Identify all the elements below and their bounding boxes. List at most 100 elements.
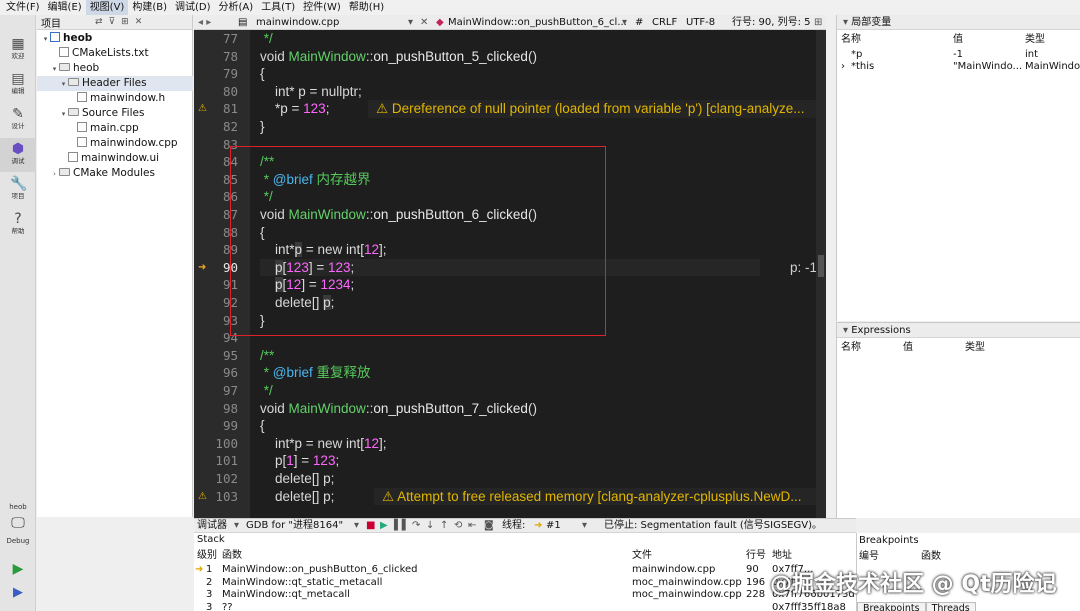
step-into-icon[interactable]: ↓ xyxy=(426,519,434,533)
column-header-name[interactable]: 名称 xyxy=(841,341,861,354)
current-line-arrow-icon[interactable]: ➜ xyxy=(198,259,208,277)
code-line[interactable]: /** xyxy=(260,153,274,171)
line-number[interactable]: 85 xyxy=(194,171,238,189)
line-number[interactable]: 97 xyxy=(194,382,238,400)
tree-item[interactable]: mainwindow.h xyxy=(37,91,193,106)
step-out-icon[interactable]: ↑ xyxy=(440,519,448,533)
thread-selector[interactable]: #1 xyxy=(546,519,561,533)
column-header-line[interactable]: 行号 xyxy=(746,550,766,563)
chevron-icon[interactable]: ▾ xyxy=(50,62,59,77)
line-number[interactable]: 89 xyxy=(194,241,238,259)
continue-icon[interactable]: ▶ xyxy=(380,519,388,533)
symbol-selector[interactable]: MainWindow::on_pushButton_6_cl... xyxy=(448,15,627,30)
menu-item[interactable]: 控件(W) xyxy=(299,0,345,15)
code-line[interactable]: */ xyxy=(260,30,273,48)
line-number[interactable]: 80 xyxy=(194,83,238,101)
tree-item[interactable]: ▾ heob xyxy=(37,31,193,46)
column-header-value[interactable]: 值 xyxy=(953,33,963,46)
menu-item[interactable]: 文件(F) xyxy=(2,0,44,15)
chevron-down-icon[interactable]: ▾ xyxy=(234,519,239,533)
code-line[interactable]: { xyxy=(260,65,265,83)
debugger-engine-selector[interactable]: GDB for "进程8164" xyxy=(246,519,343,533)
code-line[interactable]: p[1] = 123; xyxy=(260,452,339,470)
encoding-selector[interactable]: UTF-8 xyxy=(686,15,715,30)
chevron-icon[interactable]: ▾ xyxy=(59,77,68,92)
camera-icon[interactable]: ◙ xyxy=(484,519,494,533)
menu-item[interactable]: 调试(D) xyxy=(171,0,215,15)
editor-scrollbar[interactable] xyxy=(816,30,826,518)
debug-run-icon[interactable]: ▶ xyxy=(0,585,36,600)
chevron-down-icon[interactable]: ▾ xyxy=(582,519,587,533)
local-value[interactable]: "MainWindo... xyxy=(953,60,1023,73)
mode-button[interactable]: ? 帮助 xyxy=(0,208,36,242)
code-line[interactable]: /** xyxy=(260,347,274,365)
mode-button[interactable]: 🔧 项目 xyxy=(0,173,36,207)
chevron-down-icon[interactable]: ▾ xyxy=(843,325,848,336)
code-line[interactable]: p[123] = 123; xyxy=(260,258,760,277)
local-name[interactable]: *this xyxy=(851,60,874,73)
line-number[interactable]: 98 xyxy=(194,400,238,418)
editor-file-selector[interactable]: mainwindow.cpp xyxy=(256,15,339,30)
code-line[interactable]: delete[] p; xyxy=(260,470,334,488)
code-line[interactable]: { xyxy=(260,224,265,242)
column-header-function[interactable]: 函数 xyxy=(222,550,242,563)
code-editor[interactable]: 77 78 79 80 81 ⚠ 82 83 84 85 86 87 88 89 90 ➜ 91 92 93 94 95… xyxy=(194,30,826,518)
column-header-file[interactable]: 文件 xyxy=(632,550,652,563)
column-header-type[interactable]: 类型 xyxy=(1025,33,1045,46)
line-number[interactable]: 79 xyxy=(194,65,238,83)
stack-row[interactable]: 2 MainWindow::qt_static_metacall moc_mainw… xyxy=(194,577,856,590)
line-number[interactable]: 88 xyxy=(194,224,238,242)
code-line[interactable]: *p = 123; xyxy=(260,100,329,118)
close-icon[interactable]: ✕ xyxy=(135,17,143,27)
column-header-level[interactable]: 级别 xyxy=(197,550,217,563)
line-number[interactable]: 87 xyxy=(194,206,238,224)
menu-item[interactable]: 工具(T) xyxy=(257,0,299,15)
line-number[interactable]: 78 xyxy=(194,48,238,66)
code-line[interactable]: */ xyxy=(260,382,273,400)
step-over-icon[interactable]: ↷ xyxy=(412,519,420,533)
tree-item[interactable]: ▾ Header Files xyxy=(37,76,193,91)
line-number[interactable]: 92 xyxy=(194,294,238,312)
chevron-icon[interactable]: › xyxy=(50,167,59,182)
code-line[interactable]: p[12] = 1234; xyxy=(260,276,354,294)
monitor-icon[interactable]: 🖵 xyxy=(0,515,36,531)
menu-item[interactable]: 构建(B) xyxy=(128,0,171,15)
line-number[interactable]: 95 xyxy=(194,347,238,365)
code-line[interactable]: int*p = new int[12]; xyxy=(260,241,387,259)
column-header-name[interactable]: 名称 xyxy=(841,33,861,46)
code-line[interactable]: void MainWindow::on_pushButton_7_clicked… xyxy=(260,400,537,418)
line-ending-selector[interactable]: CRLF xyxy=(652,15,677,30)
column-header-function[interactable]: 函数 xyxy=(921,550,941,563)
mode-button[interactable]: ⬢ 调试 xyxy=(0,138,36,172)
line-number[interactable]: 84 xyxy=(194,153,238,171)
warning-icon[interactable]: ⚠ xyxy=(198,488,208,506)
tree-item[interactable]: › CMake Modules xyxy=(37,166,193,181)
code-line[interactable]: * @brief 内存越界 xyxy=(260,171,371,189)
line-number[interactable]: 93 xyxy=(194,312,238,330)
stop-debug-icon[interactable]: ■ xyxy=(366,519,375,533)
chevron-icon[interactable]: ▾ xyxy=(41,32,50,47)
code-line[interactable]: int* p = nullptr; xyxy=(260,83,362,101)
mode-button[interactable]: ▤ 编辑 xyxy=(0,68,36,102)
menu-item[interactable]: 帮助(H) xyxy=(345,0,388,15)
stack-row[interactable]: 3?? 0x7fff35ff18a8 xyxy=(194,602,856,611)
tree-item[interactable]: ▾ Source Files xyxy=(37,106,193,121)
mode-button[interactable]: ✎ 设计 xyxy=(0,103,36,137)
chevron-icon[interactable]: ▾ xyxy=(59,107,68,122)
line-number[interactable]: 83 xyxy=(194,136,238,154)
line-number[interactable]: 94 xyxy=(194,329,238,347)
close-icon[interactable]: ✕ xyxy=(420,15,428,30)
line-number[interactable]: 99 xyxy=(194,417,238,435)
stack-row[interactable]: 3 MainWindow::qt_metacall moc_mainwindow.c… xyxy=(194,589,856,602)
chevron-down-icon[interactable]: ▾ xyxy=(408,15,413,30)
column-header-address[interactable]: 地址 xyxy=(772,550,792,563)
line-number[interactable]: 102 xyxy=(194,470,238,488)
tab-breakpoints[interactable]: Breakpoints xyxy=(857,602,926,611)
warning-icon[interactable]: ⚠ xyxy=(198,100,208,118)
menu-item[interactable]: 编辑(E) xyxy=(44,0,86,15)
interrupt-icon[interactable]: ▌▌ xyxy=(394,519,409,533)
menu-item[interactable]: 视图(V) xyxy=(85,0,129,15)
mode-button[interactable]: ▦ 欢迎 xyxy=(0,33,36,67)
code-line[interactable]: * @brief 重复释放 xyxy=(260,364,371,382)
filter-icon[interactable]: ⊽ xyxy=(109,17,116,27)
